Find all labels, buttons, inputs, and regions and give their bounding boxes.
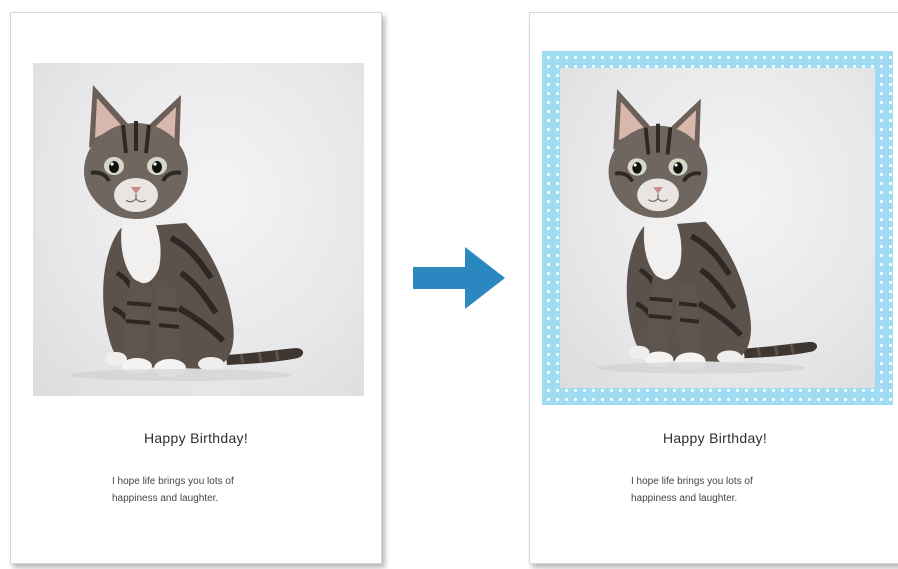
kitten-photo: [33, 63, 364, 396]
greeting-title: Happy Birthday!: [662, 430, 768, 446]
message-line: I hope life brings you lots of: [631, 476, 753, 487]
greeting-message: I hope life brings you lots of happiness…: [112, 473, 312, 507]
greeting-title: Happy Birthday!: [143, 430, 249, 446]
card-after: Happy Birthday! I hope life brings you l…: [529, 12, 898, 564]
message-line: happiness and laughter.: [631, 493, 738, 504]
kitten-photo-framed: [560, 68, 875, 388]
kitten-image: [560, 68, 875, 388]
arrow-right-icon: [413, 247, 505, 309]
message-line: happiness and laughter.: [112, 493, 219, 504]
greeting-message: I hope life brings you lots of happiness…: [631, 473, 831, 507]
card-before: Happy Birthday! I hope life brings you l…: [10, 12, 382, 564]
kitten-image: [33, 63, 364, 396]
message-line: I hope life brings you lots of: [112, 476, 234, 487]
